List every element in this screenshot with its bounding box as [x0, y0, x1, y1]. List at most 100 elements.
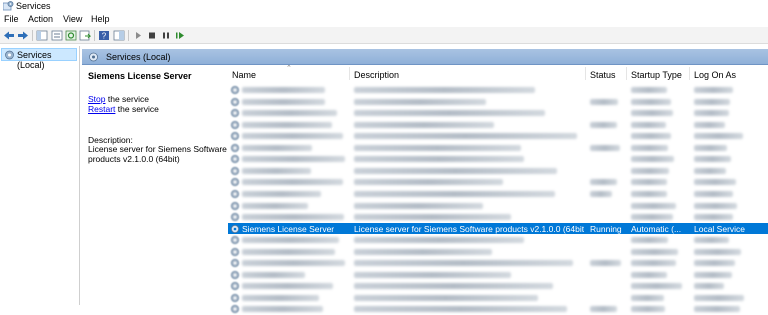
blurred-cell	[242, 98, 325, 105]
menu-file[interactable]: File	[4, 14, 19, 24]
svg-text:?: ?	[102, 32, 107, 41]
console-tree: Services (Local)	[0, 46, 80, 305]
description-text: License server for Siemens Software prod…	[88, 144, 227, 164]
blurred-cell	[242, 167, 311, 174]
table-row[interactable]	[228, 292, 768, 304]
blurred-cell	[631, 133, 671, 140]
table-row[interactable]	[228, 84, 768, 96]
service-gear-icon	[231, 224, 239, 233]
forward-arrow-icon[interactable]	[17, 30, 29, 41]
menu-help[interactable]: Help	[91, 14, 110, 24]
properties-icon[interactable]	[51, 30, 63, 41]
table-row-selected[interactable]: Siemens License Server License server for…	[228, 222, 768, 235]
blurred-cell	[354, 202, 483, 209]
pane-header-label: Services (Local)	[106, 52, 171, 62]
column-header-startup-type[interactable]: Startup Type	[627, 65, 690, 82]
blurred-cell	[694, 248, 741, 255]
console-tree-icon[interactable]	[36, 30, 48, 41]
blurred-cell	[242, 283, 333, 290]
export-list-icon[interactable]	[79, 30, 91, 41]
blurred-cell	[354, 179, 503, 186]
blurred-cell	[631, 98, 671, 105]
blurred-cell	[242, 260, 345, 267]
stop-action-line: Stop the service	[88, 94, 149, 104]
blurred-cell	[354, 283, 553, 290]
blurred-cell	[631, 156, 674, 163]
restart-service-link[interactable]: Restart	[88, 104, 115, 114]
column-header-log-on-as[interactable]: Log On As	[690, 65, 768, 82]
menu-action[interactable]: Action	[28, 14, 53, 24]
table-row[interactable]	[228, 130, 768, 142]
pane-header: Services (Local)	[82, 49, 768, 65]
pause-icon[interactable]	[160, 30, 172, 41]
blurred-cell	[694, 144, 727, 151]
menu-view[interactable]: View	[63, 14, 82, 24]
back-arrow-icon[interactable]	[3, 30, 15, 41]
table-row[interactable]	[228, 234, 768, 246]
table-row[interactable]	[228, 211, 768, 223]
blurred-cell	[354, 121, 494, 128]
cell-log-on-as: Local Service	[694, 223, 746, 234]
blurred-cell	[631, 190, 667, 197]
blurred-cell	[354, 167, 557, 174]
restart-icon[interactable]	[174, 30, 186, 41]
blurred-cell	[354, 306, 567, 313]
toolbar-separator	[32, 30, 33, 41]
stop-icon[interactable]	[146, 30, 158, 41]
blurred-cell	[242, 237, 339, 244]
table-row[interactable]	[228, 257, 768, 269]
blurred-cell	[694, 121, 725, 128]
blurred-cell	[631, 110, 673, 117]
table-row[interactable]	[228, 246, 768, 258]
service-gear-icon	[231, 259, 239, 268]
column-header-status[interactable]: Status	[586, 65, 627, 82]
table-row[interactable]	[228, 176, 768, 188]
blurred-cell	[631, 237, 668, 244]
help-icon[interactable]: ?	[98, 30, 110, 41]
blurred-cell	[590, 121, 617, 128]
blurred-cell	[631, 306, 665, 313]
table-row[interactable]	[228, 165, 768, 177]
service-gear-icon	[231, 86, 239, 94]
service-gear-icon	[231, 201, 239, 210]
service-details-panel: Siemens License Server Stop the service …	[82, 65, 228, 305]
blurred-cell	[694, 110, 729, 117]
service-gear-icon	[231, 270, 239, 279]
column-header-description[interactable]: Description	[350, 65, 586, 82]
table-row[interactable]	[228, 280, 768, 292]
blurred-cell	[242, 294, 319, 301]
tree-item-services-local[interactable]: Services (Local)	[1, 48, 77, 70]
blurred-cell	[694, 87, 733, 93]
blurred-cell	[242, 179, 343, 186]
services-local-icon	[5, 50, 14, 60]
service-gear-icon	[231, 282, 239, 291]
table-row[interactable]	[228, 200, 768, 212]
table-row[interactable]	[228, 119, 768, 131]
table-row[interactable]	[228, 107, 768, 119]
blurred-cell	[694, 202, 737, 209]
refresh-icon[interactable]	[65, 30, 77, 41]
blurred-cell	[694, 190, 733, 197]
start-icon[interactable]	[132, 30, 144, 41]
blurred-cell	[694, 156, 731, 163]
services-pane: Services (Local) Siemens License Server …	[82, 46, 768, 314]
table-row[interactable]	[228, 96, 768, 108]
table-row[interactable]	[228, 188, 768, 200]
blurred-cell	[631, 248, 678, 255]
table-row[interactable]	[228, 142, 768, 154]
show-hide-icon[interactable]	[113, 30, 125, 41]
blurred-cell	[590, 306, 617, 313]
stop-service-link[interactable]: Stop	[88, 94, 106, 104]
cell-service-name: Siemens License Server	[242, 223, 335, 234]
blurred-cell	[354, 133, 577, 140]
table-row[interactable]	[228, 153, 768, 165]
table-row[interactable]	[228, 303, 768, 315]
table-row[interactable]	[228, 269, 768, 281]
blurred-cell	[694, 214, 733, 221]
service-gear-icon	[231, 109, 239, 118]
blurred-cell	[354, 156, 524, 163]
blurred-cell	[354, 87, 535, 93]
blurred-cell	[242, 156, 345, 163]
service-gear-icon	[231, 189, 239, 198]
column-header-name[interactable]: Name ⌃	[228, 65, 350, 82]
